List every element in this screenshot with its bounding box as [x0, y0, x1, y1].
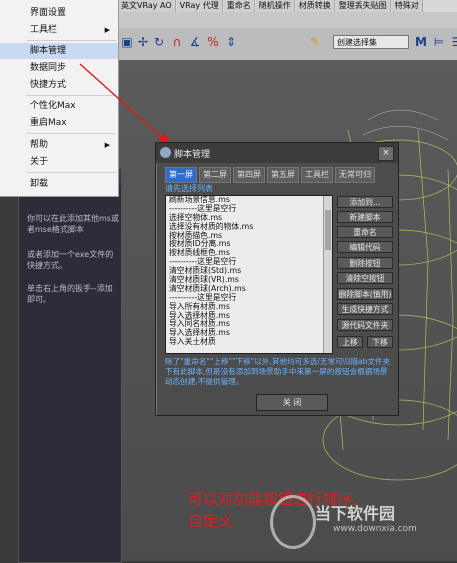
tab-screen-4[interactable]: 第四屏 [233, 167, 265, 183]
close-icon[interactable]: × [378, 146, 394, 161]
app-logo-icon [160, 147, 171, 158]
source-folder-button[interactable]: 源代码文件夹 [337, 319, 393, 331]
clear-empty-button[interactable]: 清除空按钮 [337, 272, 393, 284]
list-scrollbar[interactable] [323, 196, 332, 353]
screen-tabs: 第一屏 第二屏 第四屏 第五屏 工具栏 无常可归 [165, 167, 375, 183]
dialog-titlebar[interactable]: 脚本管理 × [156, 143, 398, 163]
tab-screen-2[interactable]: 第二屏 [199, 167, 231, 183]
tab-wuchang[interactable]: 无常可归 [335, 167, 375, 183]
tab-screen-1[interactable]: 第一屏 [165, 167, 197, 183]
add-to-button[interactable]: 添加到... [337, 196, 393, 208]
close-button[interactable]: 关 闭 [256, 394, 328, 411]
watermark-url: www.downxia.com [333, 524, 417, 534]
script-manager-dialog: 脚本管理 × 第一屏 第二屏 第四屏 第五屏 工具栏 无常可归 请先选择列表 刷… [155, 142, 399, 416]
watermark-name: 当下软件园 [315, 504, 396, 523]
dialog-title: 脚本管理 [174, 150, 211, 160]
move-down-button[interactable]: 下移 [367, 336, 393, 348]
usage-note: 除了"重命名""上移""下移"以外,其他均可多选/无常可归描ab文件夹下有此脚本… [165, 357, 391, 386]
delete-button[interactable]: 删除按钮 [337, 257, 393, 269]
watermark-logo-icon [270, 495, 316, 549]
create-shortcut-button[interactable]: 生成快捷方式 [337, 303, 393, 315]
delete-script-button[interactable]: 删除脚本(慎用) [337, 288, 393, 300]
tab-screen-5[interactable]: 第五屏 [267, 167, 299, 183]
list-hint: 请先选择列表 [165, 184, 213, 193]
edit-code-button[interactable]: 编辑代码 [337, 241, 393, 253]
tab-toolbar[interactable]: 工具栏 [301, 167, 333, 183]
scrollbar-thumb[interactable] [325, 210, 331, 250]
move-up-button[interactable]: 上移 [337, 336, 363, 348]
script-list[interactable]: 刷新场景信息.ms ----------这里是空行 选择空物体.ms 选择没有材… [165, 195, 333, 354]
new-script-button[interactable]: 新建脚本 [337, 211, 393, 223]
list-item[interactable]: 导入关土材质 [166, 337, 332, 347]
rename-button[interactable]: 重命名 [337, 226, 393, 238]
